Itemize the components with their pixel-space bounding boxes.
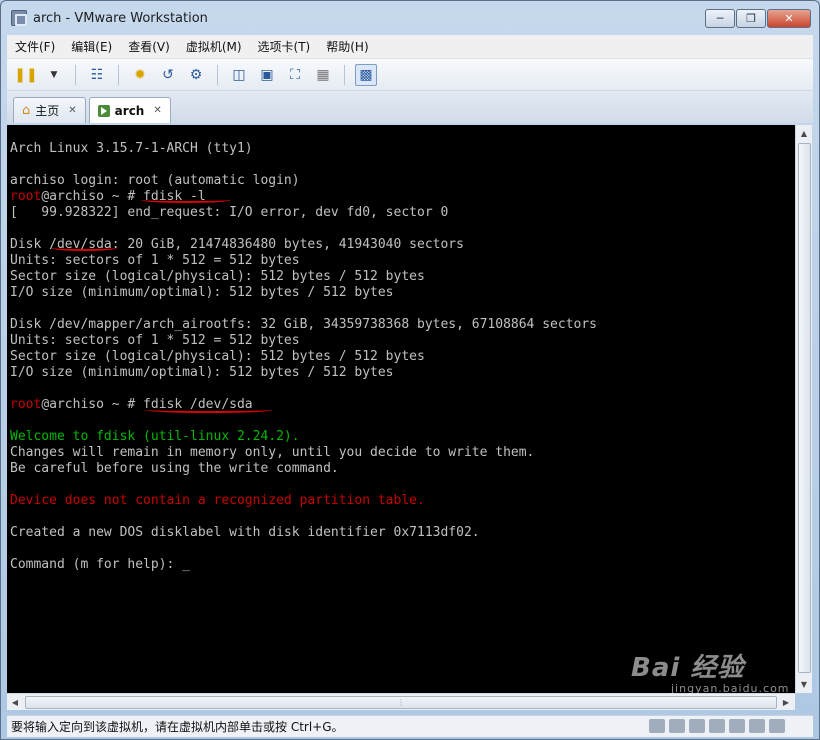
terminal-text: Disk /dev/mapper/arch_airootfs: 32 GiB, … xyxy=(10,317,597,332)
toolbar-separator xyxy=(344,64,345,85)
console-view-icon[interactable]: ▣ xyxy=(256,64,278,86)
terminal-line: Units: sectors of 1 * 512 = 512 bytes xyxy=(10,253,300,269)
vm-console[interactable]: Arch Linux 3.15.7-1-ARCH (tty1) archiso l… xyxy=(7,125,795,693)
vertical-scrollbar[interactable]: ▲ ▼ xyxy=(795,125,812,693)
tab-arch[interactable]: arch ✕ xyxy=(88,97,171,123)
menu-help[interactable]: 帮助(H) xyxy=(326,38,368,55)
vertical-scroll-thumb[interactable] xyxy=(798,143,811,673)
unity-icon[interactable]: ▦ xyxy=(312,64,334,86)
status-text: 要将输入定向到该虚拟机，请在虚拟机内部单击或按 Ctrl+G。 xyxy=(11,720,344,734)
toolbar-separator xyxy=(118,64,119,85)
terminal-line: [ 99.928322] end_request: I/O error, dev… xyxy=(10,205,448,221)
menu-view[interactable]: 查看(V) xyxy=(128,38,170,55)
network-icon[interactable]: ☷ xyxy=(86,64,108,86)
printer-icon[interactable] xyxy=(729,719,745,733)
hard-disk-icon[interactable] xyxy=(649,719,665,733)
device-status-icons xyxy=(649,719,785,733)
terminal-line: Device does not contain a recognized par… xyxy=(10,493,425,509)
minimize-button[interactable]: ─ xyxy=(705,9,735,28)
vm-icon xyxy=(97,104,110,117)
vmware-app-icon xyxy=(11,10,27,26)
terminal-text: Units: sectors of 1 * 512 = 512 bytes xyxy=(10,253,300,268)
dropdown-icon[interactable]: ▼ xyxy=(43,64,65,86)
terminal-text: Disk /dev/sda: 20 GiB, 21474836480 bytes… xyxy=(10,237,464,252)
toolbar-separator xyxy=(75,64,76,85)
menu-vm[interactable]: 虚拟机(M) xyxy=(186,38,242,55)
menu-file[interactable]: 文件(F) xyxy=(15,38,55,55)
terminal-line: Sector size (logical/physical): 512 byte… xyxy=(10,349,425,365)
revert-snapshot-icon[interactable]: ↺ xyxy=(157,64,179,86)
terminal-text: root xyxy=(10,397,42,412)
watermark-brand: Bai 经验 xyxy=(631,653,745,683)
window-title: arch - VMware Workstation xyxy=(33,10,208,26)
terminal-text: Be careful before using the write comman… xyxy=(10,461,339,476)
close-icon[interactable]: ✕ xyxy=(68,105,76,116)
baidu-watermark: Bai 经验 jingyan.baidu.com xyxy=(631,647,801,707)
snapshot-icon[interactable]: ✹ xyxy=(129,64,151,86)
terminal-line: archiso login: root (automatic login) xyxy=(10,173,300,189)
scroll-up-icon[interactable]: ▲ xyxy=(796,125,812,141)
terminal-line: Arch Linux 3.15.7-1-ARCH (tty1) xyxy=(10,141,253,157)
snapshot-manager-icon[interactable]: ⚙ xyxy=(185,64,207,86)
terminal-line: root@archiso ~ # fdisk -l xyxy=(10,189,206,205)
terminal-text: I/O size (minimum/optimal): 512 bytes / … xyxy=(10,285,394,300)
terminal-text: Created a new DOS disklabel with disk id… xyxy=(10,525,480,540)
fullscreen-icon[interactable]: ⛶ xyxy=(284,64,306,86)
terminal-text: Command (m for help): xyxy=(10,557,183,572)
display-icon[interactable] xyxy=(769,719,785,733)
tab-bar: ⌂ 主页 ✕ arch ✕ xyxy=(7,91,813,123)
terminal-text: Sector size (logical/physical): 512 byte… xyxy=(10,269,425,284)
terminal-line: Disk /dev/mapper/arch_airootfs: 32 GiB, … xyxy=(10,317,597,333)
window-controls: ─ ❐ ✕ xyxy=(705,9,811,28)
terminal-text: Device does not contain a recognized par… xyxy=(10,493,425,508)
terminal-line: Disk /dev/sda: 20 GiB, 21474836480 bytes… xyxy=(10,237,464,253)
tab-home[interactable]: ⌂ 主页 ✕ xyxy=(13,97,86,123)
cd-drive-icon[interactable] xyxy=(669,719,685,733)
terminal-line: Sector size (logical/physical): 512 byte… xyxy=(10,269,425,285)
tab-arch-label: arch xyxy=(114,103,145,118)
terminal-text: archiso login: root (automatic login) xyxy=(10,173,300,188)
status-bar: 要将输入定向到该虚拟机，请在虚拟机内部单击或按 Ctrl+G。 xyxy=(7,715,813,737)
terminal-text: @archiso ~ # fdisk -l xyxy=(41,189,206,204)
terminal-text: root xyxy=(10,189,42,204)
menu-bar: 文件(F) 编辑(E) 查看(V) 虚拟机(M) 选项卡(T) 帮助(H) xyxy=(7,35,813,59)
terminal-line: I/O size (minimum/optimal): 512 bytes / … xyxy=(10,285,394,301)
network-adapter-icon[interactable] xyxy=(689,719,705,733)
close-icon[interactable]: ✕ xyxy=(153,105,161,116)
terminal-text: [ 99.928322] end_request: I/O error, dev… xyxy=(10,205,449,220)
toolbar-separator xyxy=(217,64,218,85)
terminal-line: Changes will remain in memory only, unti… xyxy=(10,445,534,461)
vmware-window: arch - VMware Workstation ─ ❐ ✕ 文件(F) 编辑… xyxy=(0,0,820,740)
restore-button[interactable]: ❐ xyxy=(736,9,766,28)
toolbar: ❚❚ ▼ ☷ ✹ ↺ ⚙ ◫ ▣ ⛶ ▦ ▩ xyxy=(7,59,813,91)
scroll-left-icon[interactable]: ◀ xyxy=(7,694,23,710)
terminal-line: Units: sectors of 1 * 512 = 512 bytes xyxy=(10,333,300,349)
terminal-text: Sector size (logical/physical): 512 byte… xyxy=(10,349,425,364)
terminal-text: Changes will remain in memory only, unti… xyxy=(10,445,535,460)
terminal-line: Created a new DOS disklabel with disk id… xyxy=(10,525,480,541)
terminal-line: root@archiso ~ # fdisk /dev/sda xyxy=(10,397,253,413)
terminal-text: Units: sectors of 1 * 512 = 512 bytes xyxy=(10,333,300,348)
terminal-text: Welcome to fdisk (util-linux 2.24.2). xyxy=(10,429,300,444)
usb-icon[interactable] xyxy=(709,719,725,733)
menu-edit[interactable]: 编辑(E) xyxy=(71,38,112,55)
close-button[interactable]: ✕ xyxy=(767,9,811,28)
watermark-url: jingyan.baidu.com xyxy=(671,682,790,695)
sidebar-icon[interactable]: ◫ xyxy=(228,64,250,86)
tab-home-label: 主页 xyxy=(35,104,60,118)
home-icon: ⌂ xyxy=(22,103,31,118)
terminal-line: Welcome to fdisk (util-linux 2.24.2). xyxy=(10,429,300,445)
quick-switch-icon[interactable]: ▩ xyxy=(355,63,377,86)
terminal-line: Be careful before using the write comman… xyxy=(10,461,339,477)
terminal-line: Command (m for help): _ xyxy=(10,557,190,573)
menu-tabs[interactable]: 选项卡(T) xyxy=(258,38,311,55)
terminal-text: @archiso ~ # fdisk /dev/sda xyxy=(41,397,253,412)
pause-icon[interactable]: ❚❚ xyxy=(14,64,37,86)
sound-icon[interactable] xyxy=(749,719,765,733)
title-bar[interactable]: arch - VMware Workstation ─ ❐ ✕ xyxy=(1,1,819,35)
terminal-text: Arch Linux 3.15.7-1-ARCH (tty1) xyxy=(10,141,253,156)
terminal-line: I/O size (minimum/optimal): 512 bytes / … xyxy=(10,365,394,381)
terminal-text: I/O size (minimum/optimal): 512 bytes / … xyxy=(10,365,394,380)
terminal-cursor: _ xyxy=(182,557,191,572)
